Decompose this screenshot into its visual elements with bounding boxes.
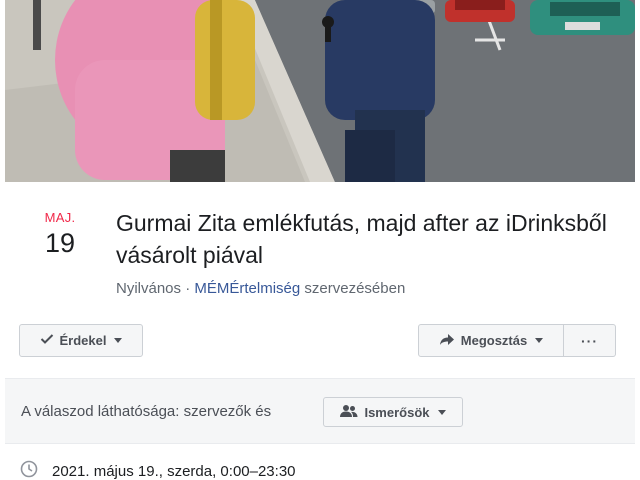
event-organizer-link[interactable]: MÉMÉrtelmiség (194, 280, 300, 297)
event-datetime-text: 2021. május 19., szerda, 0:00–23:30 (52, 462, 296, 480)
response-visibility-bar: A válaszod láthatósága: szervezők és Ism… (5, 378, 635, 444)
event-privacy: Nyilvános (116, 280, 182, 297)
event-cover-photo[interactable] (5, 0, 635, 182)
response-visibility-text: A válaszod láthatósága: szervezők és (21, 403, 272, 420)
friends-icon (340, 404, 358, 421)
event-organizer-suffix: szervezésében (300, 280, 406, 297)
audience-selector-label: Ismerősök (364, 404, 430, 420)
more-dots-icon: ··· (581, 332, 598, 349)
chevron-down-icon (114, 338, 123, 343)
event-date-day: 19 (44, 228, 76, 258)
audience-selector-button[interactable]: Ismerősök (323, 397, 463, 427)
event-date-month: MAJ. (44, 210, 76, 225)
share-button-label: Megosztás (460, 333, 528, 348)
interested-button[interactable]: Érdekel (19, 324, 143, 357)
more-options-button[interactable]: ··· (564, 324, 616, 357)
share-arrow-icon (439, 333, 455, 349)
check-icon (40, 333, 54, 348)
event-title: Gurmai Zita emlékfutás, majd after az iD… (116, 210, 607, 268)
event-meta: Nyilvános · MÉMÉrtelmiség szervezésében (116, 280, 405, 297)
cover-photo-image (5, 0, 635, 182)
chevron-down-icon (535, 338, 544, 343)
meta-separator: · (181, 280, 195, 297)
interested-button-label: Érdekel (59, 333, 107, 348)
clock-icon (20, 460, 38, 480)
chevron-down-icon (437, 409, 446, 415)
share-button[interactable]: Megosztás (418, 324, 564, 357)
event-datetime-row: 2021. május 19., szerda, 0:00–23:30 (20, 460, 296, 480)
event-date: MAJ. 19 (28, 210, 92, 259)
